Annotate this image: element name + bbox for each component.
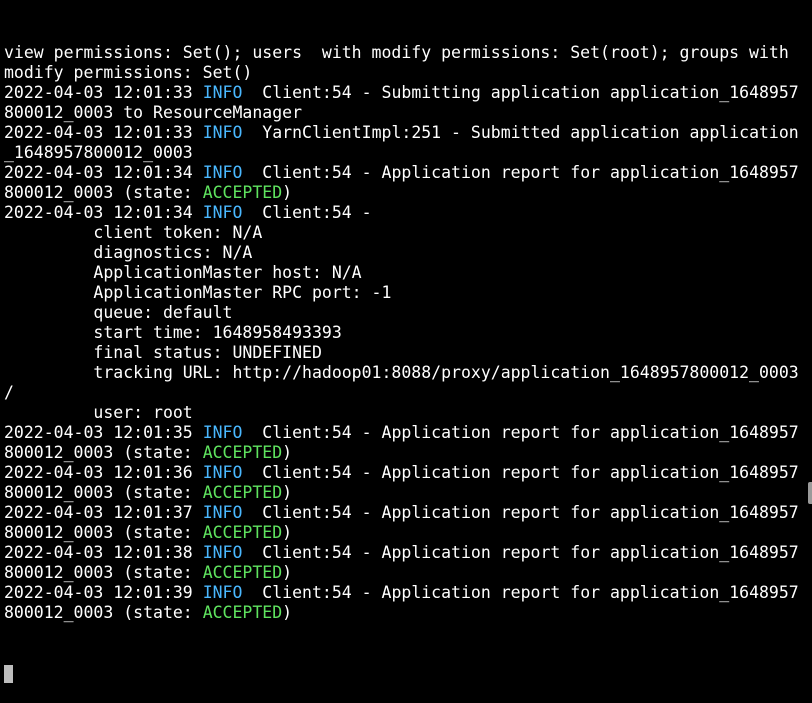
log-text: 800012_0003 (state: — [4, 483, 203, 502]
log-text: ) — [282, 183, 293, 202]
log-text: 2022-04-03 12:01:38 — [4, 543, 203, 562]
log-text: / — [4, 383, 14, 402]
log-text: diagnostics: N/A — [4, 243, 253, 262]
log-text: _1648957800012_0003 — [4, 143, 193, 162]
log-text: queue: default — [4, 303, 233, 322]
log-text: ApplicationMaster RPC port: -1 — [4, 283, 392, 302]
log-text: ApplicationMaster host: N/A — [4, 263, 362, 282]
log-text: Client:54 - Application report for appli… — [242, 503, 799, 522]
log-text: 2022-04-03 12:01:39 — [4, 583, 203, 602]
log-line: 2022-04-03 12:01:34 INFO Client:54 - — [4, 203, 810, 223]
log-line: ApplicationMaster host: N/A — [4, 263, 810, 283]
log-line: 800012_0003 (state: ACCEPTED) — [4, 523, 810, 543]
log-level-info: INFO — [202, 163, 243, 182]
log-line: 800012_0003 (state: ACCEPTED) — [4, 183, 810, 203]
log-text: client token: N/A — [4, 223, 263, 242]
log-text: final status: UNDEFINED — [4, 343, 322, 362]
log-text: 2022-04-03 12:01:35 — [4, 423, 203, 442]
state-accepted: ACCEPTED — [202, 183, 283, 202]
log-level-info: INFO — [202, 543, 243, 562]
log-line: 2022-04-03 12:01:33 INFO Client:54 - Sub… — [4, 83, 810, 103]
log-line: view permissions: Set(); users with modi… — [4, 43, 810, 63]
log-line: 800012_0003 to ResourceManager — [4, 103, 810, 123]
log-level-info: INFO — [202, 83, 243, 102]
log-line: diagnostics: N/A — [4, 243, 810, 263]
log-text: tracking URL: http://hadoop01:8088/proxy… — [4, 363, 799, 382]
log-level-info: INFO — [202, 583, 243, 602]
log-text: 2022-04-03 12:01:33 — [4, 83, 203, 102]
log-level-info: INFO — [202, 503, 243, 522]
log-text: 800012_0003 (state: — [4, 523, 203, 542]
log-text: Client:54 - Application report for appli… — [242, 163, 799, 182]
state-accepted: ACCEPTED — [202, 443, 283, 462]
prompt-line[interactable] — [4, 663, 810, 683]
log-line: 2022-04-03 12:01:34 INFO Client:54 - App… — [4, 163, 810, 183]
log-line: 800012_0003 (state: ACCEPTED) — [4, 483, 810, 503]
log-line: tracking URL: http://hadoop01:8088/proxy… — [4, 363, 810, 383]
log-line: final status: UNDEFINED — [4, 343, 810, 363]
log-line: queue: default — [4, 303, 810, 323]
log-text: Client:54 - Submitting application appli… — [242, 83, 799, 102]
log-line: start time: 1648958493393 — [4, 323, 810, 343]
log-text: 2022-04-03 12:01:34 — [4, 203, 203, 222]
log-text: 800012_0003 (state: — [4, 183, 203, 202]
log-lines: view permissions: Set(); users with modi… — [4, 43, 810, 623]
log-level-info: INFO — [202, 463, 243, 482]
log-text: Client:54 - — [242, 203, 372, 222]
log-text: 800012_0003 (state: — [4, 603, 203, 622]
log-line: 2022-04-03 12:01:36 INFO Client:54 - App… — [4, 463, 810, 483]
log-line: 800012_0003 (state: ACCEPTED) — [4, 603, 810, 623]
log-line: user: root — [4, 403, 810, 423]
log-line: ApplicationMaster RPC port: -1 — [4, 283, 810, 303]
log-line: 2022-04-03 12:01:35 INFO Client:54 - App… — [4, 423, 810, 443]
log-line: 2022-04-03 12:01:38 INFO Client:54 - App… — [4, 543, 810, 563]
log-text: 800012_0003 (state: — [4, 443, 203, 462]
state-accepted: ACCEPTED — [202, 563, 283, 582]
state-accepted: ACCEPTED — [202, 603, 283, 622]
block-cursor — [4, 665, 13, 683]
log-text: 800012_0003 to ResourceManager — [4, 103, 303, 122]
log-text: Client:54 - Application report for appli… — [242, 463, 799, 482]
log-text: ) — [282, 603, 293, 622]
log-text: Client:54 - Application report for appli… — [242, 583, 799, 602]
log-line: 800012_0003 (state: ACCEPTED) — [4, 443, 810, 463]
log-line: 2022-04-03 12:01:39 INFO Client:54 - App… — [4, 583, 810, 603]
log-line: 800012_0003 (state: ACCEPTED) — [4, 563, 810, 583]
log-text: ) — [282, 523, 293, 542]
log-text: 2022-04-03 12:01:34 — [4, 163, 203, 182]
log-text: 800012_0003 (state: — [4, 563, 203, 582]
terminal-output[interactable]: view permissions: Set(); users with modi… — [4, 3, 810, 683]
log-level-info: INFO — [202, 203, 243, 222]
log-text: ) — [282, 483, 293, 502]
log-line: client token: N/A — [4, 223, 810, 243]
log-text: Client:54 - Application report for appli… — [242, 423, 799, 442]
log-text: user: root — [4, 403, 193, 422]
scroll-edge-indicator[interactable] — [808, 482, 812, 504]
log-text: 2022-04-03 12:01:36 — [4, 463, 203, 482]
log-text: 2022-04-03 12:01:33 — [4, 123, 203, 142]
log-line: modify permissions: Set() — [4, 63, 810, 83]
log-text: YarnClientImpl:251 - Submitted applicati… — [242, 123, 799, 142]
state-accepted: ACCEPTED — [202, 483, 283, 502]
log-level-info: INFO — [202, 423, 243, 442]
log-text: modify permissions: Set() — [4, 63, 253, 82]
log-line: _1648957800012_0003 — [4, 143, 810, 163]
log-line: 2022-04-03 12:01:33 INFO YarnClientImpl:… — [4, 123, 810, 143]
log-text: ) — [282, 563, 293, 582]
log-level-info: INFO — [202, 123, 243, 142]
log-text: Client:54 - Application report for appli… — [242, 543, 799, 562]
log-line: / — [4, 383, 810, 403]
log-text: 2022-04-03 12:01:37 — [4, 503, 203, 522]
log-text: ) — [282, 443, 293, 462]
log-text: view permissions: Set(); users with modi… — [4, 43, 789, 62]
log-line: 2022-04-03 12:01:37 INFO Client:54 - App… — [4, 503, 810, 523]
state-accepted: ACCEPTED — [202, 523, 283, 542]
log-text: start time: 1648958493393 — [4, 323, 342, 342]
